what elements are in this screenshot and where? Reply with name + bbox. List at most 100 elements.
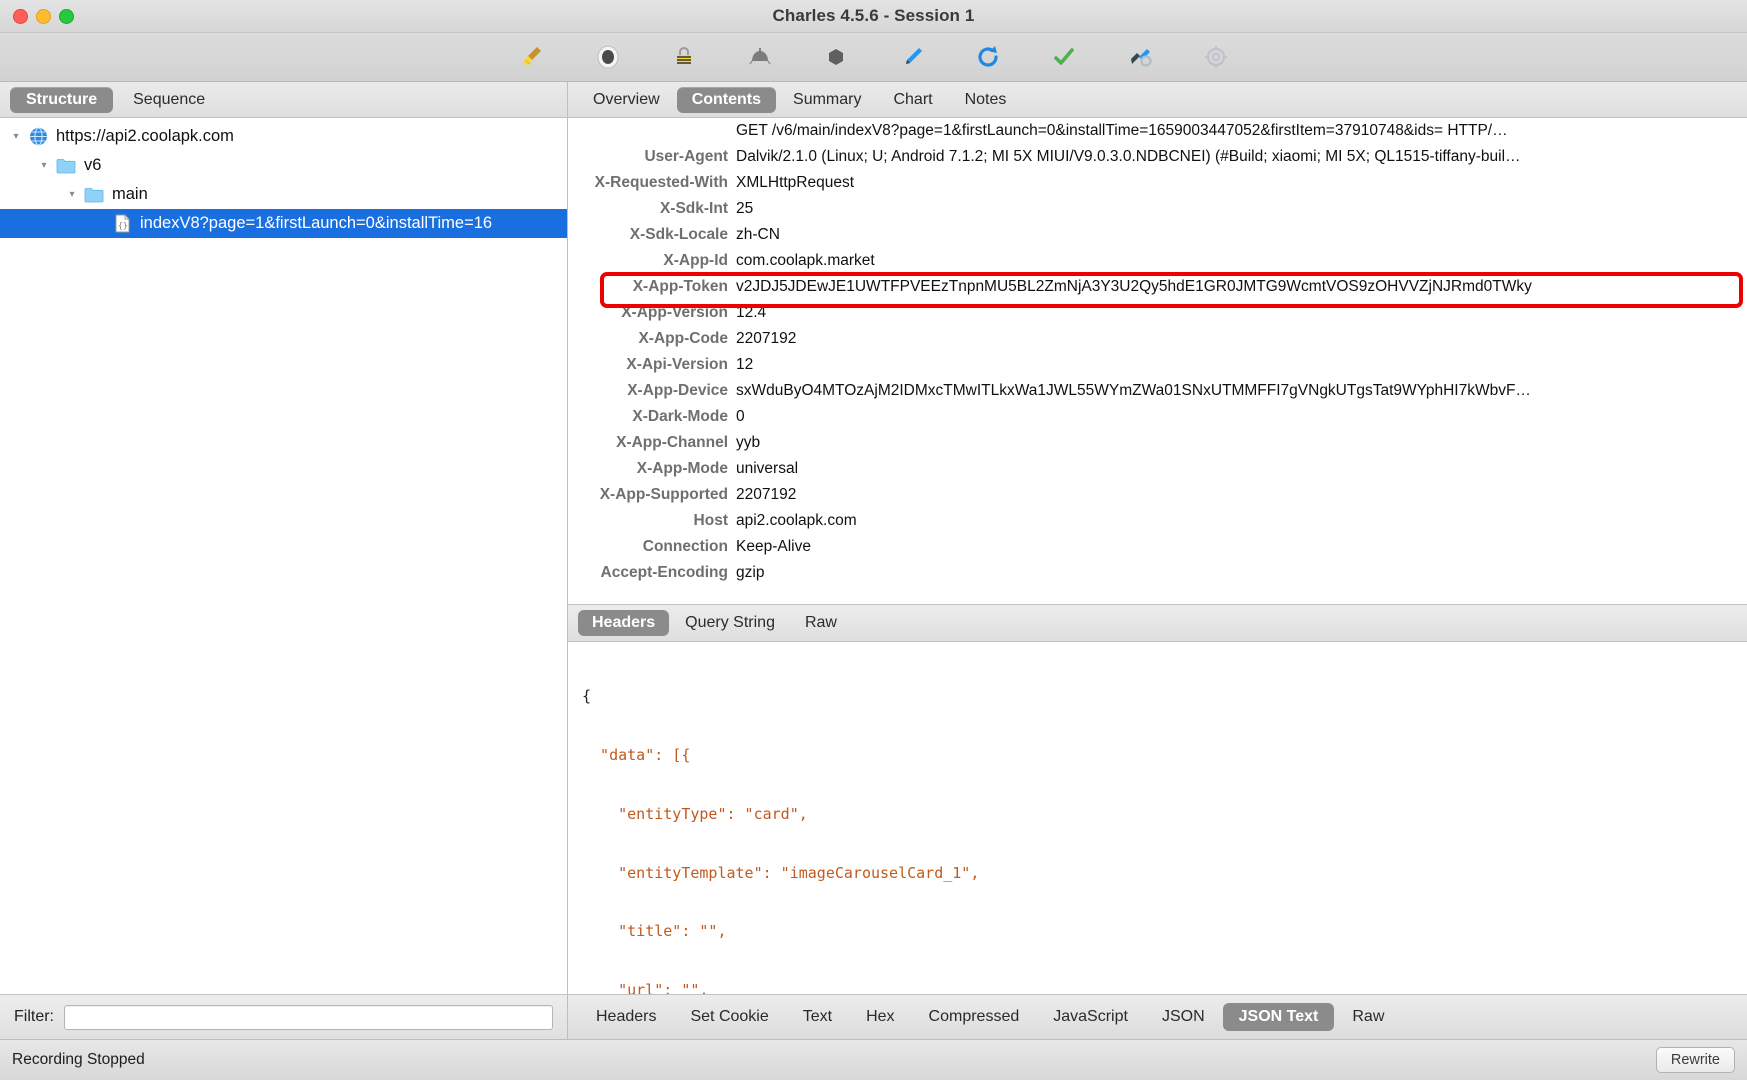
json-line: "entityTemplate": "imageCarouselCard_1",: [582, 863, 980, 882]
right-pane: Overview Contents Summary Chart Notes GE…: [568, 82, 1747, 1039]
request-headers-list[interactable]: GET /v6/main/indexV8?page=1&firstLaunch=…: [568, 118, 1747, 604]
chevron-down-icon[interactable]: ▾: [6, 131, 26, 142]
header-value: sxWduByO4MTOzAjM2IDMxcTMwITLkxWa1JWL55WY…: [736, 382, 1531, 399]
edit-icon[interactable]: [874, 35, 950, 79]
header-name: X-Sdk-Int: [659, 200, 728, 217]
response-json-body[interactable]: { "data": [{ "entityType": "card", "enti…: [568, 642, 1747, 994]
settings-icon[interactable]: [1178, 35, 1254, 79]
json-line: "title": "",: [582, 922, 727, 941]
throttle-icon[interactable]: [646, 35, 722, 79]
request-subtab-bar: Headers Query String Raw: [568, 604, 1747, 642]
response-tab-compressed[interactable]: Compressed: [913, 1003, 1036, 1031]
subtab-headers[interactable]: Headers: [578, 610, 670, 636]
header-row: Connection Keep-Alive: [568, 534, 1747, 560]
subtab-raw[interactable]: Raw: [791, 610, 851, 636]
response-tab-javascript[interactable]: JavaScript: [1037, 1003, 1144, 1031]
window-title: Charles 4.5.6 - Session 1: [772, 6, 975, 25]
close-window-button[interactable]: [13, 8, 28, 24]
response-tab-set-cookie[interactable]: Set Cookie: [674, 1003, 784, 1031]
header-value: 2207192: [736, 486, 797, 503]
header-row: X-Sdk-Int 25: [568, 196, 1747, 222]
header-name: User-Agent: [644, 148, 728, 165]
tab-summary[interactable]: Summary: [778, 87, 876, 113]
segment-sequence[interactable]: Sequence: [117, 87, 221, 113]
clear-session-icon[interactable]: [494, 35, 570, 79]
subtab-query-string[interactable]: Query String: [671, 610, 789, 636]
header-value: 12: [736, 356, 754, 373]
header-value: 0: [736, 408, 745, 425]
maximize-window-button[interactable]: [59, 8, 74, 24]
header-row-token: X-App-Token v2JDJ5JDEwJE1UWTFPVEEzTnpnMU…: [568, 274, 1747, 300]
header-row: X-App-Supported 2207192: [568, 482, 1747, 508]
json-line: "entityType": "card",: [582, 804, 808, 823]
chevron-down-icon[interactable]: ▾: [62, 189, 82, 200]
response-tab-bar: Headers Set Cookie Text Hex Compressed J…: [568, 994, 1747, 1039]
header-name: Connection: [642, 538, 728, 555]
filter-input[interactable]: [64, 1004, 553, 1030]
header-value: universal: [736, 460, 799, 477]
svg-text:{}: {}: [118, 221, 128, 230]
globe-icon: [26, 127, 50, 146]
tab-contents[interactable]: Contents: [676, 86, 777, 113]
tree-item-label: https://api2.coolapk.com: [56, 127, 234, 145]
header-row: Accept-Encoding gzip: [568, 560, 1747, 586]
header-name: X-App-Supported: [599, 486, 728, 503]
header-value: 2207192: [736, 330, 797, 347]
response-tab-hex[interactable]: Hex: [850, 1003, 910, 1031]
response-tab-raw[interactable]: Raw: [1336, 1003, 1400, 1031]
header-row: User-Agent Dalvik/2.1.0 (Linux; U; Andro…: [568, 144, 1747, 170]
header-row: Host api2.coolapk.com: [568, 508, 1747, 534]
response-tab-json-text[interactable]: JSON Text: [1222, 1003, 1335, 1031]
response-tab-text[interactable]: Text: [787, 1003, 848, 1031]
header-name: X-App-Version: [621, 304, 728, 321]
filter-bar: Filter:: [0, 994, 567, 1039]
header-row: X-App-Code 2207192: [568, 326, 1747, 352]
tree-row[interactable]: ▾ main: [0, 180, 567, 209]
contents-tab-bar: Overview Contents Summary Chart Notes: [568, 82, 1747, 118]
response-tab-json[interactable]: JSON: [1146, 1003, 1221, 1031]
charles-main-window: Charles 4.5.6 - Session 1 Structure Sequ…: [0, 0, 1747, 1080]
header-row: X-Sdk-Locale zh-CN: [568, 222, 1747, 248]
folder-icon: [54, 157, 78, 174]
rewrite-button[interactable]: Rewrite: [1655, 1047, 1735, 1073]
json-file-icon: {}: [110, 214, 134, 233]
compose-icon[interactable]: [798, 35, 874, 79]
json-line: {: [582, 687, 592, 706]
header-name: Host: [693, 512, 728, 529]
header-value: yyb: [736, 434, 761, 451]
filter-label: Filter:: [14, 1008, 54, 1025]
repeat-icon[interactable]: [950, 35, 1026, 79]
tab-notes[interactable]: Notes: [950, 87, 1022, 113]
segment-structure[interactable]: Structure: [10, 86, 114, 113]
header-value: XMLHttpRequest: [736, 174, 855, 191]
breakpoints-icon[interactable]: [722, 35, 798, 79]
header-name: X-Api-Version: [626, 356, 728, 373]
status-bar: Recording Stopped Rewrite: [0, 1039, 1747, 1080]
tree-row[interactable]: {} indexV8?page=1&firstLaunch=0&installT…: [0, 209, 567, 238]
tab-chart[interactable]: Chart: [878, 87, 947, 113]
header-value: 25: [736, 200, 754, 217]
header-row: X-Api-Version 12: [568, 352, 1747, 378]
response-tab-headers[interactable]: Headers: [580, 1003, 672, 1031]
chevron-down-icon[interactable]: ▾: [34, 160, 54, 171]
left-pane: Structure Sequence ▾ https://api2.coolap…: [0, 82, 568, 1039]
header-name: Accept-Encoding: [600, 564, 728, 581]
header-name: X-App-Device: [627, 382, 728, 399]
tab-overview[interactable]: Overview: [578, 87, 675, 113]
minimize-window-button[interactable]: [36, 8, 51, 24]
title-bar: Charles 4.5.6 - Session 1: [0, 0, 1747, 33]
header-name: X-App-Token: [632, 278, 728, 295]
header-name: X-App-Code: [638, 330, 728, 347]
header-row: X-App-Version 12.4: [568, 300, 1747, 326]
header-value: zh-CN: [736, 226, 780, 243]
header-row: X-Requested-With XMLHttpRequest: [568, 170, 1747, 196]
session-tree[interactable]: ▾ https://api2.coolapk.com ▾ v6 ▾ main {…: [0, 118, 567, 994]
validate-icon[interactable]: [1026, 35, 1102, 79]
header-row: X-App-Id com.coolapk.market: [568, 248, 1747, 274]
body-split: Structure Sequence ▾ https://api2.coolap…: [0, 82, 1747, 1039]
tree-row[interactable]: ▾ https://api2.coolapk.com: [0, 122, 567, 151]
header-row: X-App-Mode universal: [568, 456, 1747, 482]
record-icon[interactable]: [570, 35, 646, 79]
tools-icon[interactable]: [1102, 35, 1178, 79]
tree-row[interactable]: ▾ v6: [0, 151, 567, 180]
